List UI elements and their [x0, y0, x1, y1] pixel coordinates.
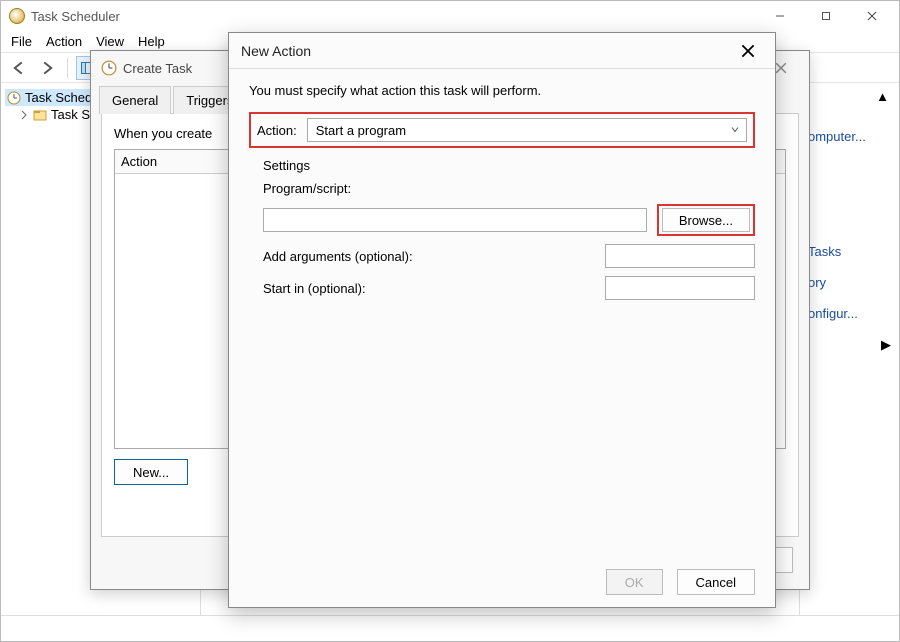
ok-button[interactable]: OK	[606, 569, 663, 595]
scheduler-icon	[101, 60, 117, 76]
toolbar-divider	[67, 58, 68, 78]
minimize-button[interactable]	[757, 2, 803, 30]
cancel-button[interactable]: Cancel	[677, 569, 755, 595]
menu-help[interactable]: Help	[138, 34, 165, 49]
actions-item-2[interactable]: ory	[808, 275, 891, 290]
new-action-body: You must specify what action this task w…	[229, 69, 775, 316]
arguments-input[interactable]	[605, 244, 755, 268]
create-task-title: Create Task	[123, 61, 192, 76]
new-action-dialog: New Action You must specify what action …	[228, 32, 776, 608]
new-action-button[interactable]: New...	[114, 459, 188, 485]
nav-forward-button[interactable]	[35, 56, 59, 80]
startin-row: Start in (optional):	[263, 276, 755, 300]
program-row: Browse...	[263, 204, 755, 236]
library-icon	[33, 108, 47, 122]
new-action-close-button[interactable]	[733, 37, 763, 65]
program-input[interactable]	[263, 208, 647, 232]
chevron-right-icon	[19, 110, 29, 120]
new-action-titlebar: New Action	[229, 33, 775, 69]
actions-pane: ▲ omputer... Tasks ory onfigur... ▶	[799, 83, 899, 615]
browse-button[interactable]: Browse...	[662, 208, 750, 232]
settings-label: Settings	[263, 158, 755, 173]
app-icon	[9, 8, 25, 24]
chevron-down-icon	[730, 123, 740, 138]
action-label: Action:	[257, 123, 297, 138]
arguments-row: Add arguments (optional):	[263, 244, 755, 268]
statusbar	[1, 615, 899, 641]
tab-general[interactable]: General	[99, 86, 171, 114]
new-action-footer: OK Cancel	[606, 569, 755, 595]
main-titlebar: Task Scheduler	[1, 1, 899, 31]
action-select-row: Action: Start a program	[249, 112, 755, 148]
action-dropdown-value: Start a program	[316, 123, 406, 138]
program-label: Program/script:	[263, 181, 755, 196]
menu-file[interactable]: File	[11, 34, 32, 49]
arguments-label: Add arguments (optional):	[263, 249, 413, 264]
menu-action[interactable]: Action	[46, 34, 82, 49]
window-controls	[757, 2, 895, 30]
nav-back-button[interactable]	[7, 56, 31, 80]
startin-label: Start in (optional):	[263, 281, 366, 296]
collapse-icon[interactable]: ▲	[876, 89, 889, 104]
chevron-right-icon[interactable]: ▶	[881, 337, 891, 353]
actions-item-0[interactable]: omputer...	[808, 129, 891, 144]
app-title: Task Scheduler	[31, 9, 120, 24]
new-action-description: You must specify what action this task w…	[249, 83, 755, 98]
browse-highlight: Browse...	[657, 204, 755, 236]
scheduler-icon	[7, 91, 21, 105]
actions-item-3[interactable]: onfigur...	[808, 306, 891, 321]
startin-input[interactable]	[605, 276, 755, 300]
actions-item-1[interactable]: Tasks	[808, 244, 891, 259]
menu-view[interactable]: View	[96, 34, 124, 49]
action-dropdown[interactable]: Start a program	[307, 118, 747, 142]
tree-child-label: Task S	[51, 107, 90, 122]
new-action-title: New Action	[241, 43, 311, 59]
settings-body: Program/script: Browse... Add arguments …	[249, 181, 755, 300]
maximize-button[interactable]	[803, 2, 849, 30]
close-button[interactable]	[849, 2, 895, 30]
